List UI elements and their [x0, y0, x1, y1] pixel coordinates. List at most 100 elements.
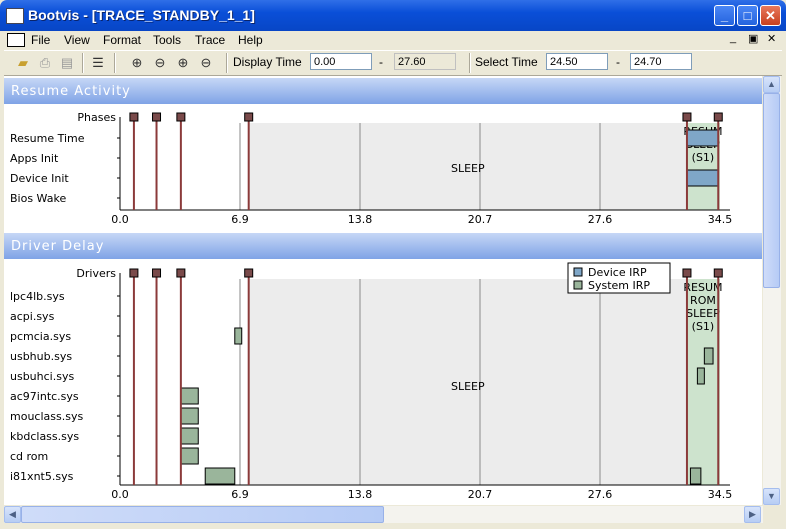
toolbar-separator [114, 53, 116, 73]
irp-bar [689, 467, 702, 485]
select-time-separator: - [616, 55, 620, 69]
row-label: kbdclass.sys [10, 430, 79, 443]
row-label: Resume Time [10, 132, 85, 145]
legend-swatch [573, 267, 583, 277]
mdi-restore-button[interactable]: ▣ [748, 32, 758, 45]
menu-bar: File View Format Tools Trace Help _ ▣ ✕ [4, 31, 782, 49]
menu-view[interactable]: View [64, 33, 90, 47]
phase-marker [176, 268, 186, 278]
close-button[interactable]: ✕ [760, 5, 781, 26]
x-tick-label: 6.9 [231, 488, 249, 501]
zoom-in-icon[interactable]: ⊕ [128, 54, 146, 71]
minimize-button[interactable]: _ [714, 5, 735, 26]
scroll-up-button[interactable]: ▲ [763, 76, 780, 93]
x-tick-label: 13.8 [348, 213, 373, 226]
horizontal-scroll-thumb[interactable] [21, 506, 384, 523]
display-time-label: Display Time [233, 55, 302, 69]
app-icon [6, 8, 24, 24]
row-label: acpi.sys [10, 310, 55, 323]
menu-help[interactable]: Help [238, 33, 263, 47]
x-tick-label: 20.7 [468, 213, 493, 226]
mdi-close-button[interactable]: ✕ [767, 32, 776, 45]
x-tick-label: 13.8 [348, 488, 373, 501]
row-label: pcmcia.sys [10, 330, 71, 343]
menu-file[interactable]: File [31, 33, 50, 47]
driver-delay-title: Driver Delay [11, 239, 105, 254]
trace-view[interactable]: Resume Activity 0.0 6.9 13.8 20.7 27.6 34.5 Ph… [4, 76, 762, 505]
row-label: Device Init [10, 172, 69, 185]
legend-label: Device IRP [588, 266, 647, 279]
document-icon[interactable] [7, 33, 25, 47]
folder-open-icon[interactable]: ▰ [14, 54, 32, 71]
resume-label: (S1) [692, 151, 715, 164]
row-label: Apps Init [10, 152, 59, 165]
row-label: usbuhci.sys [10, 370, 74, 383]
row-label: Bios Wake [10, 192, 66, 205]
marker-row-label: Phases [77, 111, 116, 124]
title-bar[interactable]: Bootvis - [TRACE_STANDBY_1_1] _ □ ✕ [0, 0, 786, 31]
resume-label: SLEEP [686, 307, 720, 320]
maximize-button[interactable]: □ [737, 5, 758, 26]
scroll-left-button[interactable]: ◀ [4, 506, 21, 523]
zoom-out-icon[interactable]: ⊖ [151, 54, 169, 71]
irp-bar [234, 327, 243, 345]
phase-marker [713, 112, 723, 122]
display-time-separator: - [379, 55, 383, 69]
sleep-label: SLEEP [451, 380, 485, 393]
sleep-label: SLEEP [451, 162, 485, 175]
print-preview-icon[interactable]: ▤ [58, 54, 76, 71]
x-tick-label: 34.5 [708, 488, 733, 501]
menu-format[interactable]: Format [103, 33, 141, 47]
legend-swatch [573, 280, 583, 290]
toolbar-separator [469, 53, 471, 73]
mdi-minimize-button[interactable]: _ [730, 32, 736, 44]
phase-marker [129, 268, 139, 278]
zoom-out-select-icon[interactable]: ⊖ [197, 54, 215, 71]
resume-activity-header: Resume Activity [4, 78, 762, 104]
resume-label: RESUM [683, 281, 722, 294]
list-icon[interactable]: ☰ [89, 54, 107, 71]
x-tick-label: 0.0 [111, 488, 129, 501]
x-tick-label: 34.5 [708, 213, 733, 226]
phase-marker [176, 112, 186, 122]
resume-activity-chart[interactable]: 0.0 6.9 13.8 20.7 27.6 34.5 Phases Resume Time A… [4, 104, 762, 254]
driver-delay-chart[interactable]: 0.0 6.9 13.8 20.7 27.6 34.5 Drivers lpc4lb.sys a… [4, 259, 762, 505]
resume-label: (S1) [692, 320, 715, 333]
marker-row-label: Drivers [76, 267, 116, 280]
phase-marker [244, 268, 254, 278]
scroll-down-button[interactable]: ▼ [763, 488, 780, 505]
x-tick-label: 27.6 [588, 213, 613, 226]
menu-tools[interactable]: Tools [153, 33, 181, 47]
row-label: i81xnt5.sys [10, 470, 74, 483]
display-time-to-input[interactable] [394, 53, 456, 70]
toolbar-separator [226, 53, 228, 73]
x-tick-label: 6.9 [231, 213, 249, 226]
horizontal-scrollbar[interactable]: ◀ ▶ [4, 506, 763, 523]
menu-trace[interactable]: Trace [195, 33, 225, 47]
scroll-right-button[interactable]: ▶ [744, 506, 761, 523]
select-time-to-input[interactable] [630, 53, 692, 70]
select-time-from-input[interactable] [546, 53, 608, 70]
resume-activity-title: Resume Activity [11, 84, 131, 99]
irp-bar [686, 129, 719, 147]
size-grip[interactable] [763, 506, 781, 523]
row-label: cd rom [10, 450, 48, 463]
phase-marker [129, 112, 139, 122]
vertical-scrollbar[interactable]: ▲ ▼ [763, 76, 781, 505]
irp-bar [180, 447, 199, 465]
irp-bar [204, 467, 236, 485]
resume-label: ROM [690, 294, 716, 307]
toolbar: ▰ ⎙ ▤ ☰ ⊕ ⊖ ⊕ ⊖ Display Time - Select Ti… [4, 50, 782, 76]
irp-bar [696, 367, 705, 385]
display-time-from-input[interactable] [310, 53, 372, 70]
legend-label: System IRP [588, 279, 650, 292]
vertical-scroll-thumb[interactable] [763, 93, 780, 288]
irp-bar [180, 407, 199, 425]
x-tick-label: 20.7 [468, 488, 493, 501]
phase-marker [682, 268, 692, 278]
x-tick-label: 0.0 [111, 213, 129, 226]
zoom-in-select-icon[interactable]: ⊕ [174, 54, 192, 71]
driver-delay-header: Driver Delay [4, 233, 762, 259]
print-icon[interactable]: ⎙ [36, 54, 54, 71]
phase-marker [152, 268, 162, 278]
